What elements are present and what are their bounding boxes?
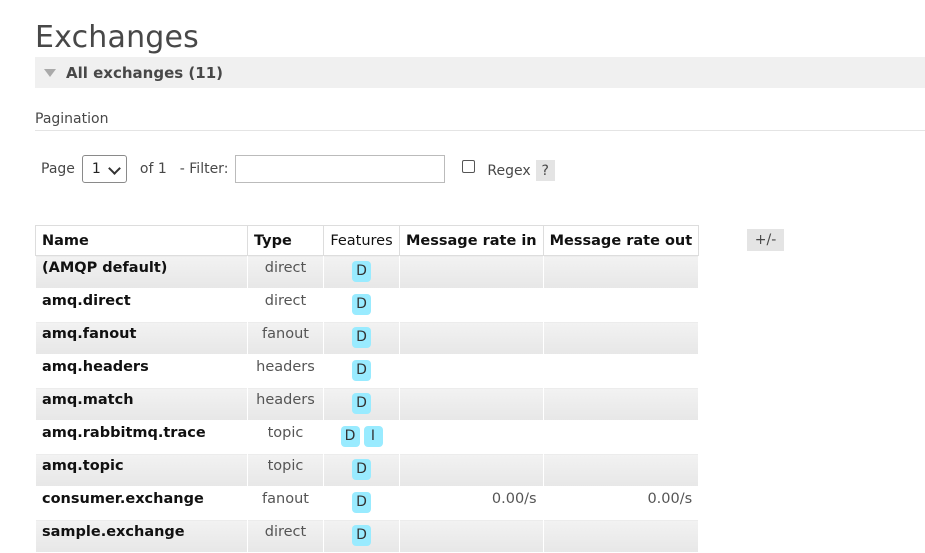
table-row: amq.rabbitmq.trace topic D I <box>35 420 700 454</box>
exchange-features: D <box>323 387 400 421</box>
message-rate-in <box>399 321 544 355</box>
exchange-features: D <box>323 321 400 355</box>
page-title: Exchanges <box>35 20 200 55</box>
regex-help-button[interactable]: ? <box>535 160 555 181</box>
exchange-type: direct <box>247 288 324 322</box>
message-rate-out <box>542 453 700 487</box>
exchange-name-link[interactable]: sample.exchange <box>35 519 248 553</box>
exchange-type: direct <box>247 519 324 553</box>
table-row: amq.headers headers D <box>35 354 700 388</box>
column-header-features[interactable]: Features <box>323 225 400 256</box>
exchange-name-link[interactable]: amq.rabbitmq.trace <box>35 420 248 454</box>
regex-label: Regex <box>487 162 531 179</box>
durable-badge: D <box>352 525 371 546</box>
message-rate-out <box>542 354 700 388</box>
chevron-down-icon <box>108 161 121 175</box>
message-rate-in <box>399 420 544 454</box>
column-header-message-rate-in[interactable]: Message rate in <box>399 225 544 256</box>
exchange-type: fanout <box>247 486 324 520</box>
durable-badge: D <box>352 459 371 480</box>
exchange-features: DI <box>323 420 400 454</box>
page-select-value: 1 <box>91 160 101 177</box>
durable-badge: D <box>352 294 371 315</box>
exchange-features: D <box>323 255 400 289</box>
all-exchanges-toggle[interactable]: All exchanges (11) <box>35 57 925 88</box>
table-row: amq.topic topic D <box>35 453 700 487</box>
exchange-type: direct <box>247 255 324 289</box>
section-title: All exchanges (11) <box>66 63 223 82</box>
table-row: amq.fanout fanout D <box>35 321 700 355</box>
exchange-type: headers <box>247 387 324 421</box>
exchange-type: topic <box>247 453 324 487</box>
message-rate-out <box>542 288 700 322</box>
exchange-features: D <box>323 453 400 487</box>
message-rate-in <box>399 354 544 388</box>
exchange-features: D <box>323 288 400 322</box>
page-count-label: of 1 <box>139 160 167 177</box>
exchange-name-link[interactable]: (AMQP default) <box>35 255 248 289</box>
column-header-type[interactable]: Type <box>247 225 324 256</box>
internal-badge: I <box>363 426 383 447</box>
exchange-features: D <box>323 486 400 520</box>
message-rate-in <box>399 387 544 421</box>
message-rate-out <box>542 321 700 355</box>
table-header-row: Name Type Features Message rate in Messa… <box>35 225 700 256</box>
table-row: amq.direct direct D <box>35 288 700 322</box>
exchange-name-link[interactable]: amq.direct <box>35 288 248 322</box>
column-header-name[interactable]: Name <box>35 225 248 256</box>
exchanges-table: Name Type Features Message rate in Messa… <box>35 225 700 553</box>
message-rate-out <box>542 255 700 289</box>
message-rate-in <box>399 288 544 322</box>
exchange-name-link[interactable]: amq.topic <box>35 453 248 487</box>
message-rate-out <box>542 387 700 421</box>
exchange-type: headers <box>247 354 324 388</box>
exchange-name-link[interactable]: amq.headers <box>35 354 248 388</box>
exchange-name-link[interactable]: amq.match <box>35 387 248 421</box>
exchange-features: D <box>323 354 400 388</box>
column-header-message-rate-out[interactable]: Message rate out <box>542 225 700 256</box>
table-row: sample.exchange direct D <box>35 519 700 553</box>
table-row: amq.match headers D <box>35 387 700 421</box>
message-rate-in <box>399 255 544 289</box>
exchange-features: D <box>323 519 400 553</box>
exchange-type: topic <box>247 420 324 454</box>
message-rate-out <box>542 519 700 553</box>
message-rate-in: 0.00/s <box>399 486 544 520</box>
column-toggle-button[interactable]: +/- <box>747 229 784 251</box>
durable-badge: D <box>352 393 371 414</box>
durable-badge: D <box>340 426 360 447</box>
page-select[interactable]: 1 <box>81 154 127 183</box>
durable-badge: D <box>352 360 371 381</box>
exchange-name-link[interactable]: consumer.exchange <box>35 486 248 520</box>
collapse-triangle-icon <box>44 68 56 77</box>
filter-label: - Filter: <box>179 160 229 177</box>
message-rate-in <box>399 519 544 553</box>
page-label: Page <box>41 160 75 177</box>
message-rate-in <box>399 453 544 487</box>
message-rate-out <box>542 420 700 454</box>
filter-input[interactable] <box>235 154 446 183</box>
durable-badge: D <box>352 492 371 513</box>
durable-badge: D <box>352 327 371 348</box>
regex-checkbox[interactable] <box>462 160 476 173</box>
divider <box>35 130 925 131</box>
exchange-name-link[interactable]: amq.fanout <box>35 321 248 355</box>
exchange-type: fanout <box>247 321 324 355</box>
table-row: (AMQP default) direct D <box>35 255 700 289</box>
message-rate-out: 0.00/s <box>542 486 700 520</box>
table-row: consumer.exchange fanout D 0.00/s 0.00/s <box>35 486 700 520</box>
pagination-label: Pagination <box>35 111 109 127</box>
pagination-controls: Page 1 of 1 - Filter: Regex ? <box>41 153 555 184</box>
durable-badge: D <box>352 261 371 282</box>
